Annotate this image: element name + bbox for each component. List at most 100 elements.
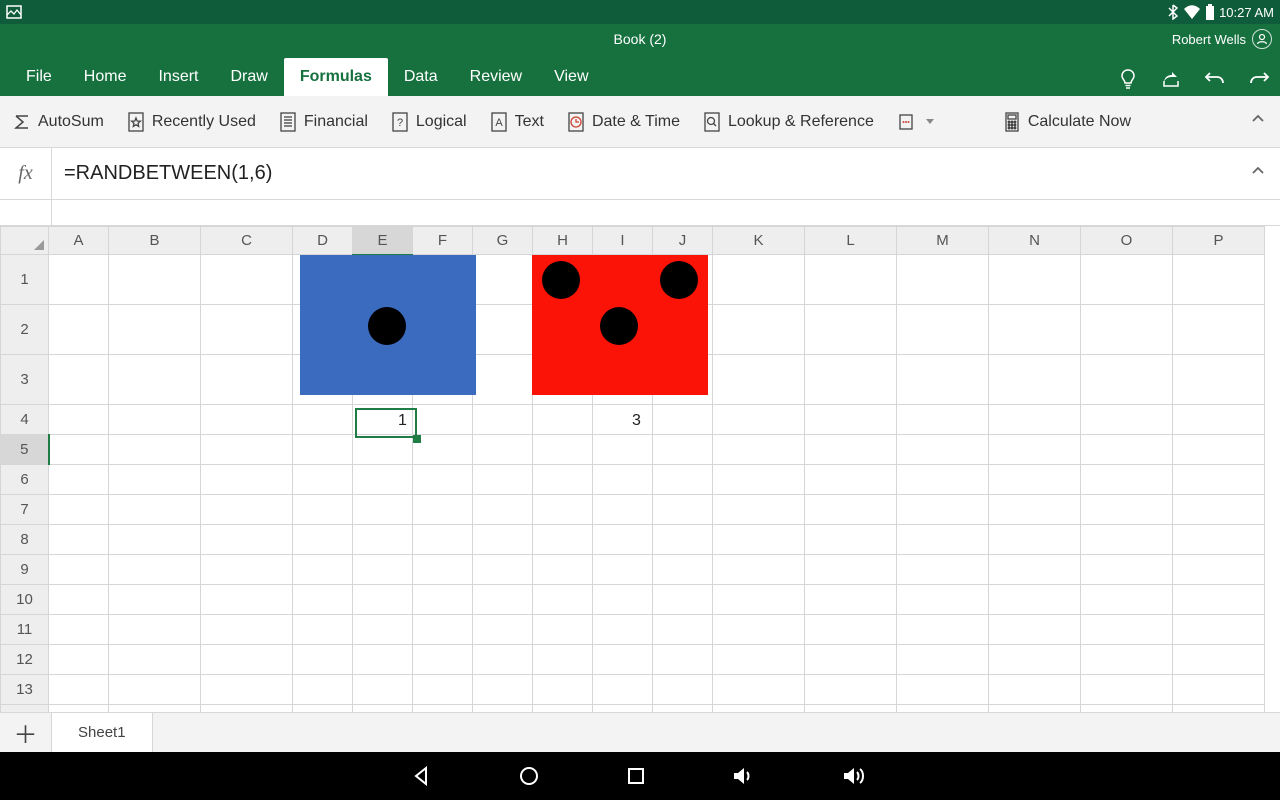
cell-M12[interactable] xyxy=(897,645,989,675)
cell-F11[interactable] xyxy=(413,615,473,645)
cell-J4[interactable] xyxy=(653,405,713,435)
date-time-button[interactable]: Date & Time xyxy=(566,112,680,132)
cell-N8[interactable] xyxy=(989,525,1081,555)
cell-F10[interactable] xyxy=(413,585,473,615)
ribbon-collapse-icon[interactable] xyxy=(1250,111,1266,132)
row-1[interactable]: 1 xyxy=(1,255,49,305)
col-L[interactable]: L xyxy=(805,227,897,255)
col-M[interactable]: M xyxy=(897,227,989,255)
cell-K5[interactable] xyxy=(713,435,805,465)
cell-G8[interactable] xyxy=(473,525,533,555)
cell-O11[interactable] xyxy=(1081,615,1173,645)
cell-B6[interactable] xyxy=(109,465,201,495)
cell-F14[interactable] xyxy=(413,705,473,713)
cell-C13[interactable] xyxy=(201,675,293,705)
cell-E12[interactable] xyxy=(353,645,413,675)
cell-F8[interactable] xyxy=(413,525,473,555)
cell-H12[interactable] xyxy=(533,645,593,675)
cell-H5[interactable] xyxy=(533,435,593,465)
cell-J14[interactable] xyxy=(653,705,713,713)
cell-A6[interactable] xyxy=(49,465,109,495)
cell-L3[interactable] xyxy=(805,355,897,405)
cell-G12[interactable] xyxy=(473,645,533,675)
cell-E5[interactable] xyxy=(353,435,413,465)
cell-G4[interactable] xyxy=(473,405,533,435)
cell-O8[interactable] xyxy=(1081,525,1173,555)
col-F[interactable]: F xyxy=(413,227,473,255)
cell-N11[interactable] xyxy=(989,615,1081,645)
cell-P9[interactable] xyxy=(1173,555,1265,585)
volume-down-icon[interactable] xyxy=(731,764,757,788)
cell-C10[interactable] xyxy=(201,585,293,615)
account-area[interactable]: Robert Wells xyxy=(1172,29,1272,49)
cell-J8[interactable] xyxy=(653,525,713,555)
cell-H6[interactable] xyxy=(533,465,593,495)
redo-icon[interactable] xyxy=(1248,69,1270,89)
cell-P1[interactable] xyxy=(1173,255,1265,305)
cell-F7[interactable] xyxy=(413,495,473,525)
cell-N1[interactable] xyxy=(989,255,1081,305)
logical-button[interactable]: ? Logical xyxy=(390,112,467,132)
cell-J11[interactable] xyxy=(653,615,713,645)
cell-F12[interactable] xyxy=(413,645,473,675)
cell-J10[interactable] xyxy=(653,585,713,615)
cell-B7[interactable] xyxy=(109,495,201,525)
cell-G13[interactable] xyxy=(473,675,533,705)
col-J[interactable]: J xyxy=(653,227,713,255)
cell-I5[interactable] xyxy=(593,435,653,465)
cell-P8[interactable] xyxy=(1173,525,1265,555)
cell-K8[interactable] xyxy=(713,525,805,555)
cell-J9[interactable] xyxy=(653,555,713,585)
cell-D12[interactable] xyxy=(293,645,353,675)
tab-draw[interactable]: Draw xyxy=(214,58,283,96)
cell-N4[interactable] xyxy=(989,405,1081,435)
col-K[interactable]: K xyxy=(713,227,805,255)
cell-J13[interactable] xyxy=(653,675,713,705)
cell-P13[interactable] xyxy=(1173,675,1265,705)
cell-A9[interactable] xyxy=(49,555,109,585)
cell-C12[interactable] xyxy=(201,645,293,675)
cell-C6[interactable] xyxy=(201,465,293,495)
cell-K10[interactable] xyxy=(713,585,805,615)
cell-K1[interactable] xyxy=(713,255,805,305)
cell-A1[interactable] xyxy=(49,255,109,305)
calculate-now-button[interactable]: Calculate Now xyxy=(1002,112,1131,132)
cell-E14[interactable] xyxy=(353,705,413,713)
cell-K13[interactable] xyxy=(713,675,805,705)
col-G[interactable]: G xyxy=(473,227,533,255)
cell-E7[interactable] xyxy=(353,495,413,525)
overview-icon[interactable] xyxy=(625,765,647,787)
cell-O12[interactable] xyxy=(1081,645,1173,675)
col-E[interactable]: E xyxy=(353,227,413,255)
row-3[interactable]: 3 xyxy=(1,355,49,405)
tab-view[interactable]: View xyxy=(538,58,604,96)
col-I[interactable]: I xyxy=(593,227,653,255)
col-P[interactable]: P xyxy=(1173,227,1265,255)
cell-M2[interactable] xyxy=(897,305,989,355)
row-2[interactable]: 2 xyxy=(1,305,49,355)
cell-A3[interactable] xyxy=(49,355,109,405)
cell-F4[interactable] xyxy=(413,405,473,435)
cell-L1[interactable] xyxy=(805,255,897,305)
grid-area[interactable]: A B C D E F G H I J K L M N O P 12345678… xyxy=(0,226,1280,712)
row-14[interactable]: 14 xyxy=(1,705,49,713)
cell-O14[interactable] xyxy=(1081,705,1173,713)
cell-O6[interactable] xyxy=(1081,465,1173,495)
cell-J7[interactable] xyxy=(653,495,713,525)
cell-F13[interactable] xyxy=(413,675,473,705)
cell-P2[interactable] xyxy=(1173,305,1265,355)
row-8[interactable]: 8 xyxy=(1,525,49,555)
cell-I11[interactable] xyxy=(593,615,653,645)
cell-H14[interactable] xyxy=(533,705,593,713)
cell-C4[interactable] xyxy=(201,405,293,435)
cell-E10[interactable] xyxy=(353,585,413,615)
cell-B4[interactable] xyxy=(109,405,201,435)
cell-N13[interactable] xyxy=(989,675,1081,705)
cell-K11[interactable] xyxy=(713,615,805,645)
formula-expand-icon[interactable] xyxy=(1250,162,1266,185)
cell-C5[interactable] xyxy=(201,435,293,465)
col-D[interactable]: D xyxy=(293,227,353,255)
cell-L9[interactable] xyxy=(805,555,897,585)
row-7[interactable]: 7 xyxy=(1,495,49,525)
cell-L6[interactable] xyxy=(805,465,897,495)
